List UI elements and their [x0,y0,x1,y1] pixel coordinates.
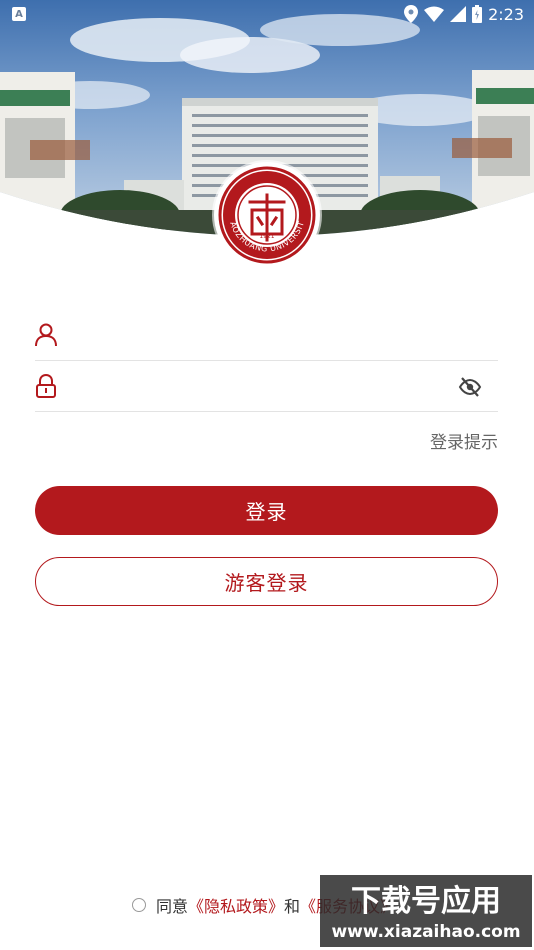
clock: 2:23 [488,4,524,24]
user-icon [35,323,57,347]
university-seal-icon: 1921 ZAOZHUANG UNIVERSITY [210,155,317,265]
app-notification-icon: A [12,7,26,21]
location-icon [404,5,419,23]
status-bar: A 2:23 [0,0,534,28]
password-field [35,362,498,412]
svg-text:1921: 1921 [259,233,274,240]
login-hint-link[interactable]: 登录提示 [430,428,498,453]
agree-and: 和 [284,897,301,916]
university-logo: 1921 ZAOZHUANG UNIVERSITY [210,155,320,268]
lock-icon [36,374,56,398]
eye-off-icon[interactable] [458,375,482,399]
username-input[interactable] [75,319,459,355]
privacy-policy-link[interactable]: 《隐私政策》 [188,893,284,917]
guest-login-button[interactable]: 游客登录 [35,557,498,606]
agree-radio[interactable] [132,898,146,912]
app-notification-letter: A [15,8,23,20]
watermark-logo: 下载号应用 www.xiazaihao.com [320,875,532,947]
wifi-icon [424,6,445,22]
battery-icon [472,5,483,23]
svg-text:www.xiazaihao.com: www.xiazaihao.com [331,922,520,942]
agree-prefix: 同意 [156,897,189,916]
signal-icon [450,6,467,22]
username-field [35,311,498,361]
login-button[interactable]: 登录 [35,486,498,535]
svg-text:下载号应用: 下载号应用 [351,884,501,919]
password-input[interactable] [75,370,459,406]
